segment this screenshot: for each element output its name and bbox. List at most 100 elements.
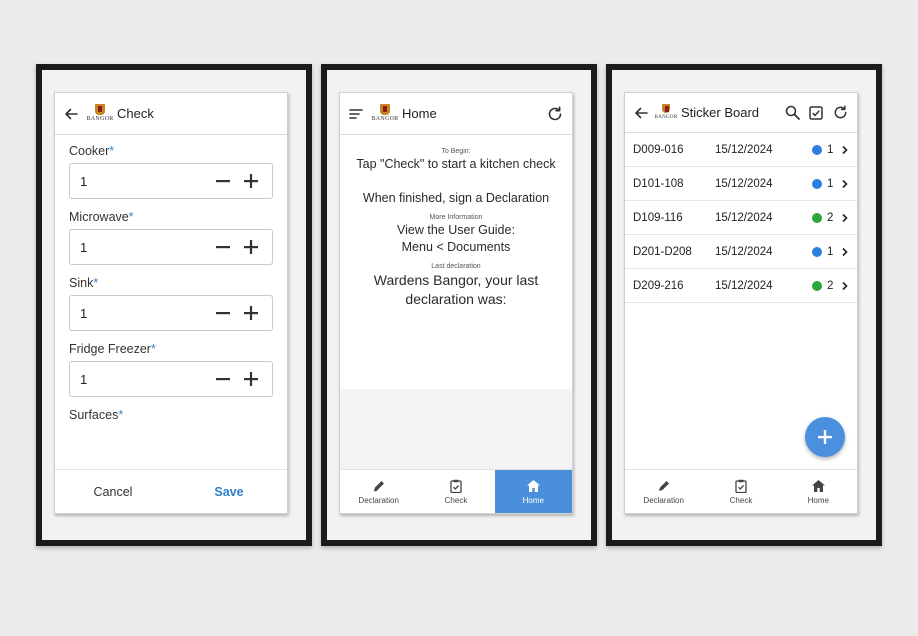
page-title: Home	[402, 106, 437, 121]
field-sink: Sink* 1	[69, 276, 273, 331]
finished-text: When finished, sign a Declaration	[362, 191, 550, 205]
frame-mat: BANGOR Home To Begin: Tap "Check" to sta…	[327, 70, 591, 540]
check-footer: Cancel Save	[55, 469, 287, 513]
minus-icon[interactable]	[212, 368, 234, 390]
field-microwave: Microwave* 1	[69, 210, 273, 265]
plus-icon[interactable]	[240, 236, 262, 258]
minus-icon[interactable]	[212, 236, 234, 258]
page-title: Sticker Board	[681, 105, 760, 120]
quantity-value[interactable]: 1	[80, 240, 206, 255]
status-dot	[812, 144, 822, 155]
date: 15/12/2024	[715, 177, 773, 190]
last-declaration-text-1: Wardens Bangor, your last	[373, 272, 539, 288]
bangor-logo: BANGOR	[655, 104, 677, 121]
quantity-value[interactable]: 1	[80, 174, 206, 189]
device-frame-home: BANGOR Home To Begin: Tap "Check" to sta…	[321, 64, 597, 546]
bangor-logo: BANGOR	[371, 104, 398, 123]
guide-text-2: Menu < Documents	[401, 240, 511, 254]
last-declaration-label: Last declaration	[431, 263, 481, 270]
to-begin-label: To Begin:	[441, 148, 471, 155]
nav-check[interactable]: Check	[702, 470, 779, 513]
save-button[interactable]: Save	[171, 485, 287, 499]
add-button[interactable]	[805, 417, 845, 457]
list-item[interactable]: D209-216 15/12/2024 2	[625, 269, 857, 303]
bottom-nav: Declaration Check Home	[625, 469, 857, 513]
sticker-board-screen: BANGOR Sticker Board D009-016 15/12/2024	[624, 92, 858, 514]
quantity-stepper[interactable]: 1	[69, 163, 273, 199]
nav-home[interactable]: Home	[780, 470, 857, 513]
room-code: D101-108	[633, 177, 684, 190]
list-item[interactable]: D101-108 15/12/2024 1	[625, 167, 857, 201]
menu-icon[interactable]	[348, 106, 364, 122]
quantity-stepper[interactable]: 1	[69, 229, 273, 265]
minus-icon[interactable]	[212, 170, 234, 192]
plus-icon[interactable]	[240, 170, 262, 192]
field-label: Sink*	[69, 276, 99, 290]
guide-text-1: View the User Guide:	[397, 223, 515, 237]
room-code: D209-216	[633, 279, 684, 292]
chevron-right-icon	[841, 145, 849, 155]
field-label: Cooker*	[69, 144, 115, 158]
chevron-right-icon	[841, 213, 849, 223]
last-declaration-text-2: declaration was:	[405, 291, 507, 307]
checkbox-icon[interactable]	[809, 105, 823, 120]
device-frame-sticker-board: BANGOR Sticker Board D009-016 15/12/2024	[606, 64, 882, 546]
home-icon	[811, 479, 826, 493]
pencil-icon	[372, 479, 386, 493]
clipboard-icon	[735, 479, 747, 493]
date: 15/12/2024	[715, 279, 773, 292]
count: 2	[827, 279, 834, 292]
field-label: Fridge Freezer*	[69, 342, 156, 356]
frame-mat: BANGOR Sticker Board D009-016 15/12/2024	[612, 70, 876, 540]
page-title: Check	[117, 106, 154, 121]
count: 1	[827, 143, 834, 156]
nav-declaration[interactable]: Declaration	[340, 470, 417, 513]
quantity-stepper[interactable]: 1	[69, 361, 273, 397]
list-item[interactable]: D109-116 15/12/2024 2	[625, 201, 857, 235]
room-code: D009-016	[633, 143, 684, 156]
nav-home[interactable]: Home	[494, 470, 572, 513]
plus-icon[interactable]	[240, 368, 262, 390]
list-item[interactable]: D201-D208 15/12/2024 1	[625, 235, 857, 269]
quantity-stepper[interactable]: 1	[69, 295, 273, 331]
more-info-label: More Information	[429, 214, 483, 221]
minus-icon[interactable]	[212, 302, 234, 324]
status-dot	[812, 178, 822, 189]
room-code: D201-D208	[633, 245, 692, 258]
refresh-icon[interactable]	[546, 105, 564, 123]
plus-icon	[817, 429, 833, 445]
list-item[interactable]: D009-016 15/12/2024 1	[625, 133, 857, 167]
cancel-button[interactable]: Cancel	[55, 485, 171, 499]
bottom-nav: Declaration Check Home	[340, 469, 572, 513]
plus-icon[interactable]	[240, 302, 262, 324]
count: 2	[827, 211, 834, 224]
pencil-icon	[657, 479, 671, 493]
chevron-right-icon	[841, 247, 849, 257]
quantity-value[interactable]: 1	[80, 372, 206, 387]
date: 15/12/2024	[715, 143, 773, 156]
nav-check[interactable]: Check	[417, 470, 494, 513]
check-form: Cooker* 1 Microwave* 1 Sink* 1 Fridge Fr…	[55, 135, 287, 469]
nav-declaration[interactable]: Declaration	[625, 470, 702, 513]
field-label: Microwave*	[69, 210, 134, 224]
back-arrow-icon[interactable]	[633, 105, 649, 121]
date: 15/12/2024	[715, 211, 773, 224]
check-app-bar: BANGOR Check	[55, 93, 287, 135]
chevron-right-icon	[841, 281, 849, 291]
sticker-list: D009-016 15/12/2024 1 D101-108 15/12/202…	[625, 133, 857, 303]
clipboard-icon	[450, 479, 462, 493]
status-dot	[812, 246, 822, 257]
search-icon[interactable]	[785, 105, 800, 120]
to-begin-text: Tap "Check" to start a kitchen check	[356, 157, 556, 171]
refresh-icon[interactable]	[832, 104, 849, 121]
count: 1	[827, 177, 834, 190]
home-icon	[526, 479, 541, 493]
status-dot	[812, 212, 822, 223]
quantity-value[interactable]: 1	[80, 306, 206, 321]
back-arrow-icon[interactable]	[63, 106, 79, 122]
home-app-bar: BANGOR Home	[340, 93, 572, 135]
status-dot	[812, 280, 822, 291]
device-frame-check: BANGOR Check Cooker* 1 Microwave* 1 Sink…	[36, 64, 312, 546]
field-cooker: Cooker* 1	[69, 144, 273, 199]
chevron-right-icon	[841, 179, 849, 189]
